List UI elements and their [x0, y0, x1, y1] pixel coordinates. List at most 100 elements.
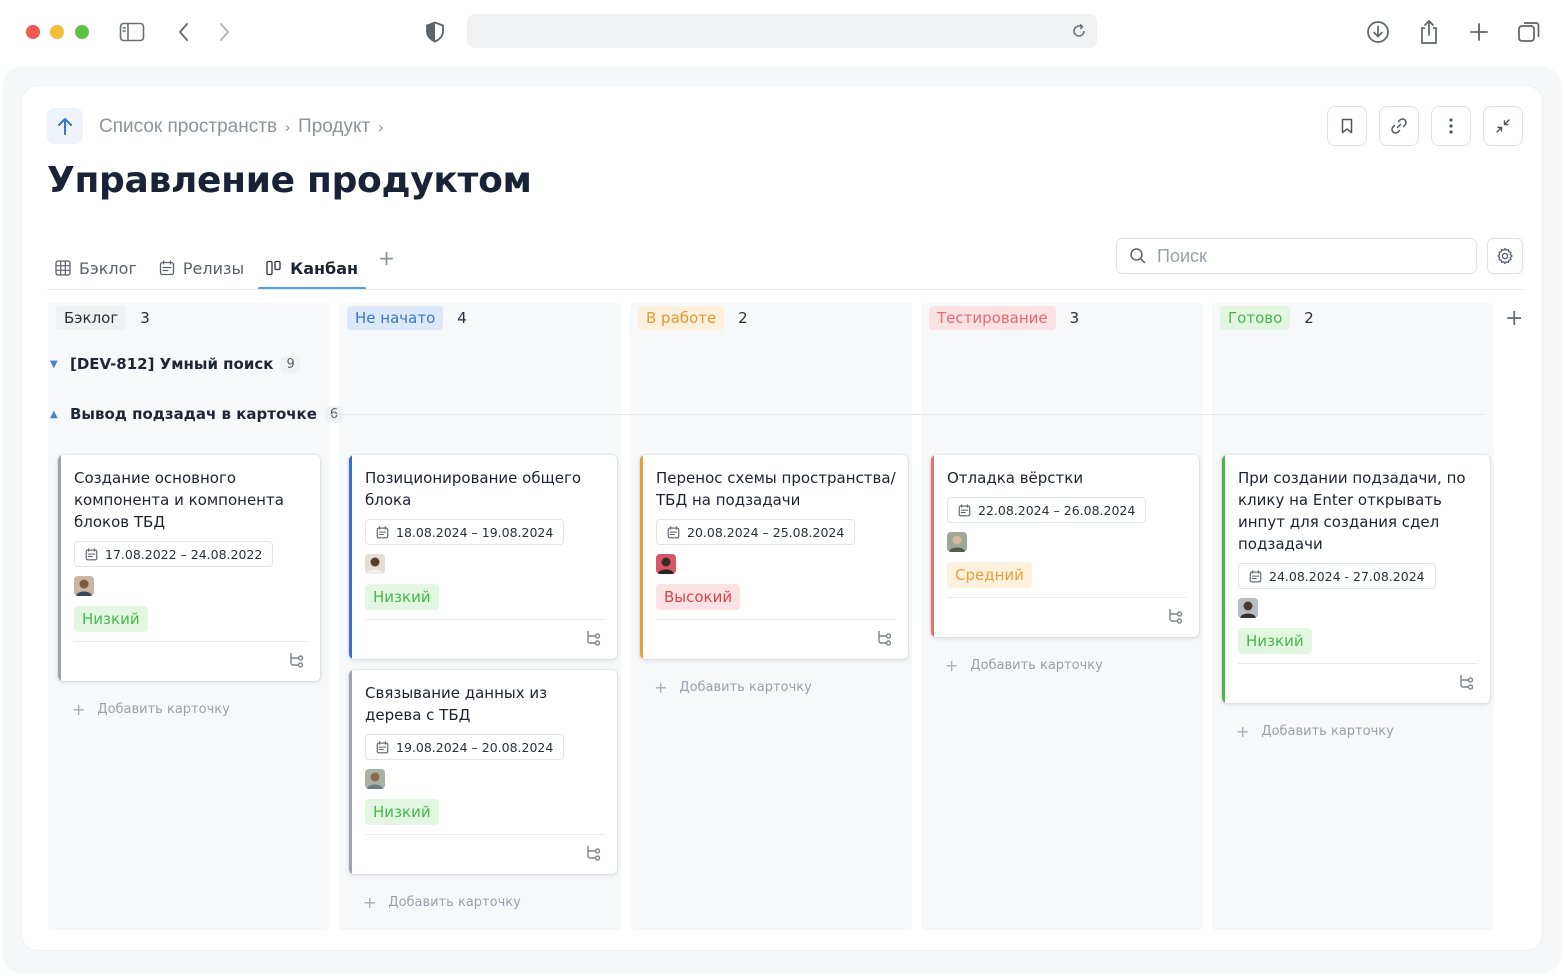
task-card[interactable]: Отладка вёрстки 22.08.2024 – 26.08.2024 …: [931, 455, 1199, 637]
group-toggle[interactable]: ▼ [DEV-812] Умный поиск 9: [50, 355, 300, 373]
column-header: Тестирование 3: [929, 303, 1079, 333]
task-card[interactable]: Позиционирование общего блока 18.08.2024…: [349, 455, 617, 659]
close-window-button[interactable]: [26, 25, 40, 39]
subtasks-icon[interactable]: [1167, 607, 1185, 625]
card-title: Связывание данных из дерева с ТБД: [365, 684, 548, 724]
add-column-button[interactable]: +: [1505, 306, 1523, 331]
search-icon: [1130, 248, 1146, 264]
add-card-button[interactable]: + Добавить карточку: [72, 700, 230, 719]
task-card[interactable]: Перенос схемы пространства/ ТБД на подза…: [640, 455, 908, 659]
more-options-button[interactable]: [1431, 106, 1471, 146]
navigate-up-button[interactable]: [47, 108, 83, 144]
subtasks-icon[interactable]: [1458, 673, 1476, 691]
task-card[interactable]: Связывание данных из дерева с ТБД 19.08.…: [349, 670, 617, 874]
sidebar-icon[interactable]: [118, 18, 146, 46]
caret-up-icon: ▲: [50, 408, 58, 420]
collapse-icon: [1496, 119, 1510, 133]
card-stripe: [640, 455, 643, 659]
tab-backlog[interactable]: Бэклог: [47, 238, 145, 290]
calendar-icon: [376, 740, 389, 753]
collapse-button[interactable]: [1483, 106, 1523, 146]
card-stripe: [931, 455, 934, 637]
date-range[interactable]: 18.08.2024 – 19.08.2024: [365, 519, 565, 545]
copy-link-button[interactable]: [1379, 106, 1419, 146]
arrow-up-icon: [58, 118, 72, 135]
breadcrumb-item-spaces[interactable]: Список пространств: [99, 116, 277, 138]
card-title: Отладка вёрстки: [947, 469, 1084, 487]
card-divider: [1238, 663, 1478, 664]
avatar[interactable]: [947, 532, 967, 552]
card-divider: [74, 641, 308, 642]
avatar[interactable]: [656, 554, 676, 574]
avatar[interactable]: [365, 769, 385, 789]
date-range[interactable]: 20.08.2024 – 25.08.2024: [656, 519, 856, 545]
maximize-window-button[interactable]: [75, 25, 89, 39]
page-title: Управление продуктом: [47, 160, 532, 201]
subtasks-icon[interactable]: [876, 629, 894, 647]
add-card-button[interactable]: + Добавить карточку: [363, 893, 521, 912]
new-tab-icon[interactable]: [1465, 18, 1493, 46]
status-badge: Не начато: [347, 306, 444, 330]
tabs-icon[interactable]: [1515, 18, 1543, 46]
address-bar[interactable]: [467, 14, 1097, 48]
add-card-button[interactable]: + Добавить карточку: [945, 656, 1103, 675]
bookmark-button[interactable]: [1327, 106, 1367, 146]
add-card-button[interactable]: + Добавить карточку: [654, 678, 812, 697]
subtasks-icon[interactable]: [585, 629, 603, 647]
add-card-label: Добавить карточку: [388, 895, 521, 910]
date-range[interactable]: 19.08.2024 – 20.08.2024: [365, 734, 565, 760]
date-text: 22.08.2024 – 26.08.2024: [978, 502, 1136, 518]
tab-kanban[interactable]: Канбан: [258, 238, 367, 290]
search-box[interactable]: [1116, 238, 1477, 274]
column-header: Не начато 4: [347, 303, 467, 333]
column-count: 3: [140, 309, 150, 327]
tab-label: Канбан: [290, 258, 359, 278]
breadcrumb-item-product[interactable]: Продукт: [298, 116, 370, 138]
search-input[interactable]: [1157, 245, 1457, 267]
subtasks-icon[interactable]: [585, 844, 603, 862]
date-range[interactable]: 17.08.2022 – 24.08.2022: [74, 541, 274, 567]
column-count: 2: [738, 309, 748, 327]
avatar[interactable]: [74, 576, 94, 596]
status-badge: Готово: [1220, 306, 1291, 330]
add-card-label: Добавить карточку: [1261, 724, 1394, 739]
priority-badge: Средний: [947, 562, 1032, 588]
card-divider: [365, 834, 605, 835]
add-card-label: Добавить карточку: [97, 702, 230, 717]
add-card-button[interactable]: + Добавить карточку: [1236, 722, 1394, 741]
forward-icon[interactable]: [210, 18, 238, 46]
board-settings-button[interactable]: [1487, 238, 1523, 274]
column-count: 4: [457, 309, 467, 327]
subtasks-icon[interactable]: [288, 651, 306, 669]
group-toggle[interactable]: ▲ Вывод подзадач в карточке 6: [50, 405, 344, 423]
status-badge: Тестирование: [929, 306, 1056, 330]
download-icon[interactable]: [1364, 18, 1392, 46]
more-vertical-icon: [1449, 118, 1453, 134]
avatar[interactable]: [365, 554, 385, 574]
add-tab-button[interactable]: +: [378, 238, 395, 270]
card-divider: [365, 619, 605, 620]
caret-down-icon: ▼: [50, 358, 58, 370]
column-count: 2: [1304, 309, 1314, 327]
task-card[interactable]: При создании подзадачи, по клику на Ente…: [1222, 455, 1490, 703]
priority-badge: Низкий: [1238, 628, 1312, 654]
group-title: [DEV-812] Умный поиск: [70, 355, 274, 373]
header-actions: [1327, 106, 1523, 146]
view-tabs: Бэклог Релизы Канбан +: [47, 238, 395, 290]
shield-icon[interactable]: [421, 18, 449, 46]
share-icon[interactable]: [1415, 18, 1443, 46]
avatar[interactable]: [1238, 598, 1258, 618]
back-icon[interactable]: [170, 18, 198, 46]
task-card[interactable]: Создание основного компонента и компонен…: [58, 455, 320, 681]
reload-icon[interactable]: [1067, 19, 1091, 43]
date-range[interactable]: 22.08.2024 – 26.08.2024: [947, 497, 1147, 523]
priority-badge: Высокий: [656, 584, 741, 610]
priority-badge: Низкий: [365, 584, 439, 610]
tab-label: Бэклог: [79, 258, 137, 278]
minimize-window-button[interactable]: [50, 25, 64, 39]
date-range[interactable]: 24.08.2024 - 27.08.2024: [1238, 563, 1436, 589]
card-title: Позиционирование общего блока: [365, 469, 581, 509]
browser-toolbar: [0, 0, 1564, 64]
tab-releases[interactable]: Релизы: [151, 238, 252, 290]
column-header: Готово 2: [1220, 303, 1314, 333]
